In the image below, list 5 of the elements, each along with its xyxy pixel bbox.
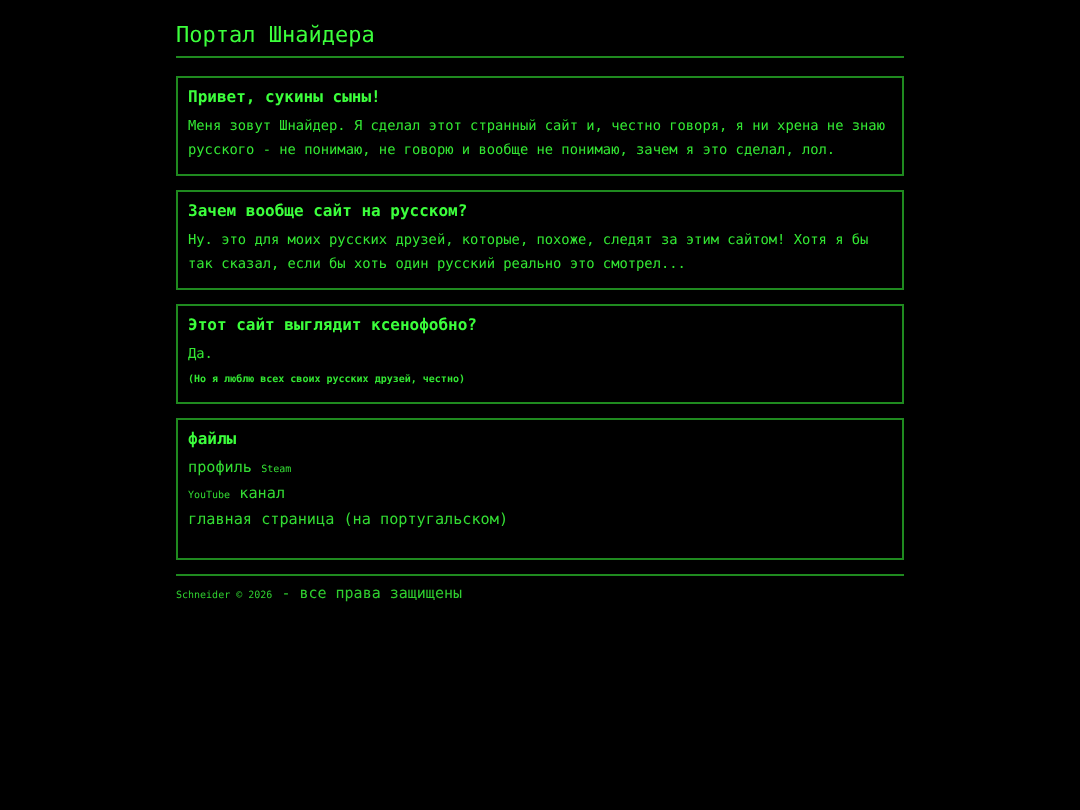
section-heading: Этот сайт выглядит ксенофобно? xyxy=(188,316,479,334)
section-heading: Зачем вообще сайт на русском? xyxy=(188,202,470,220)
page-title: Портал Шнайдера xyxy=(176,20,375,52)
section-heading: Привет, сукины сыны! xyxy=(188,88,383,106)
section-heading: файлы xyxy=(188,430,239,448)
